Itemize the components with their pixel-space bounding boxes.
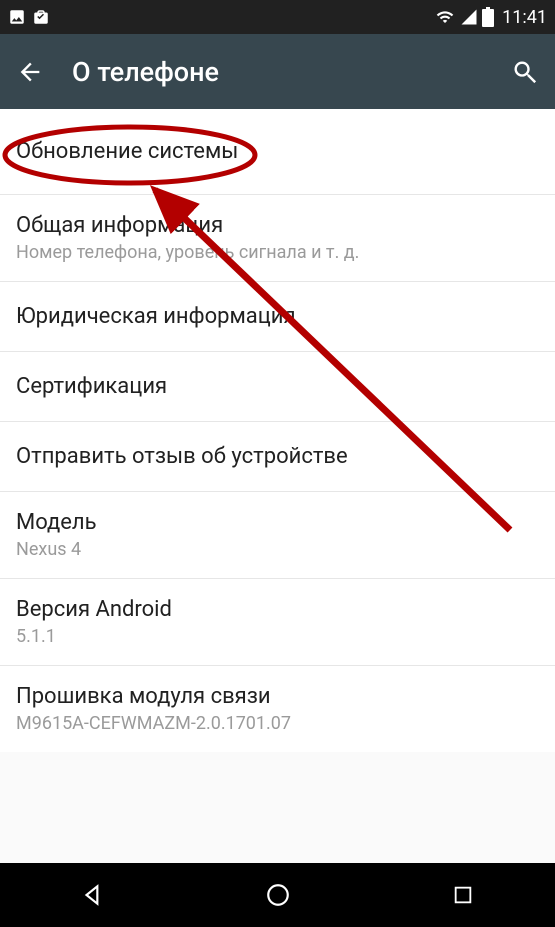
nav-bar (0, 863, 555, 927)
item-android-version[interactable]: Версия Android 5.1.1 (0, 579, 555, 666)
item-model[interactable]: Модель Nexus 4 (0, 492, 555, 579)
nav-home-button[interactable] (233, 871, 323, 919)
status-right: 11:41 (434, 7, 547, 28)
picture-icon (8, 8, 26, 26)
shopping-icon (32, 8, 50, 26)
item-subtitle: 5.1.1 (16, 626, 539, 647)
item-subtitle: Nexus 4 (16, 539, 539, 560)
item-title: Юридическая информация (16, 304, 539, 329)
item-title: Сертификация (16, 374, 539, 399)
app-bar: О телефоне (0, 34, 555, 109)
status-left (8, 8, 50, 26)
item-title: Отправить отзыв об устройстве (16, 444, 539, 469)
item-title: Общая информация (16, 213, 539, 238)
wifi-icon (434, 8, 456, 26)
item-certification[interactable]: Сертификация (0, 352, 555, 422)
item-title: Модель (16, 510, 539, 535)
status-time: 11:41 (502, 7, 547, 28)
status-bar: 11:41 (0, 0, 555, 34)
search-icon[interactable] (511, 58, 539, 86)
item-system-update[interactable]: Обновление системы (0, 109, 555, 195)
settings-list: Обновление системы Общая информация Номе… (0, 109, 555, 752)
battery-icon (482, 7, 494, 27)
item-subtitle: Номер телефона, уровень сигнала и т. д. (16, 242, 539, 263)
page-title: О телефоне (72, 56, 483, 88)
signal-icon (460, 8, 478, 26)
item-title: Обновление системы (16, 139, 539, 164)
nav-back-button[interactable] (48, 871, 138, 919)
nav-recent-button[interactable] (418, 871, 508, 919)
item-title: Версия Android (16, 597, 539, 622)
item-baseband-version[interactable]: Прошивка модуля связи M9615A-CEFWMAZM-2.… (0, 666, 555, 752)
item-send-feedback[interactable]: Отправить отзыв об устройстве (0, 422, 555, 492)
item-legal-info[interactable]: Юридическая информация (0, 282, 555, 352)
item-title: Прошивка модуля связи (16, 684, 539, 709)
back-arrow-icon[interactable] (16, 58, 44, 86)
item-subtitle: M9615A-CEFWMAZM-2.0.1701.07 (16, 713, 539, 734)
item-general-info[interactable]: Общая информация Номер телефона, уровень… (0, 195, 555, 282)
